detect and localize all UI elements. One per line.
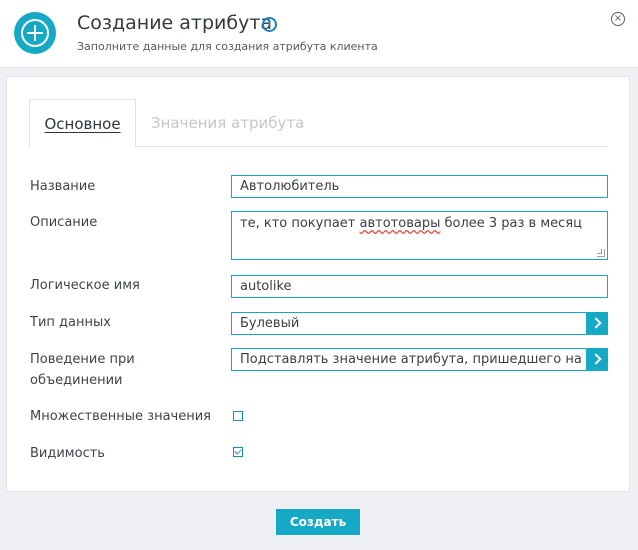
- info-icon[interactable]: !: [262, 17, 277, 32]
- tab-main[interactable]: Основное: [29, 99, 136, 147]
- merge-behavior-select[interactable]: Подставлять значение атрибута, пришедшег…: [231, 348, 608, 371]
- dialog-subtitle: Заполните данные для создания атрибута к…: [77, 40, 378, 53]
- merge-behavior-label-line1: Поведение при: [30, 352, 135, 367]
- description-textarea[interactable]: те, кто покупает автотовары более 3 раз …: [231, 211, 608, 260]
- dialog-title: Создание атрибута: [77, 12, 273, 34]
- chevron-right-icon: [590, 317, 602, 329]
- logical-name-label: Логическое имя: [30, 278, 140, 293]
- description-text-end: более 3 раз в месяц: [440, 216, 582, 231]
- tab-main-label: Основное: [44, 115, 121, 133]
- data-type-select[interactable]: Булевый: [231, 312, 608, 335]
- merge-behavior-value: Подставлять значение атрибута, пришедшег…: [240, 352, 599, 367]
- tab-bar: Основное Значения атрибута: [29, 99, 609, 147]
- close-icon[interactable]: ×: [611, 12, 625, 26]
- merge-behavior-label: Поведение при объединении: [30, 349, 135, 391]
- data-type-value: Булевый: [240, 316, 300, 331]
- tab-divider: [136, 146, 608, 147]
- resize-grip-icon[interactable]: [597, 249, 605, 257]
- multiple-values-label: Множественные значения: [30, 409, 211, 424]
- data-type-label: Тип данных: [30, 315, 111, 330]
- form-card: Основное Значения атрибута Название Авто…: [6, 76, 630, 492]
- add-circle-icon: [14, 12, 56, 54]
- create-button[interactable]: Создать: [276, 509, 360, 535]
- multiple-values-checkbox[interactable]: [233, 411, 243, 421]
- visibility-checkbox[interactable]: [233, 447, 243, 457]
- tab-attribute-values[interactable]: Значения атрибута: [151, 114, 304, 132]
- logical-name-input[interactable]: autolike: [231, 275, 608, 298]
- chevron-right-icon: [590, 353, 602, 365]
- dialog-header: Создание атрибута ! Заполните данные для…: [0, 0, 638, 68]
- name-label: Название: [30, 179, 96, 194]
- checkmark-icon: [234, 447, 242, 455]
- merge-behavior-label-line2: объединении: [30, 373, 123, 388]
- merge-behavior-dropdown-button[interactable]: [586, 349, 607, 370]
- spellcheck-word: автотовары: [359, 216, 441, 231]
- data-type-dropdown-button[interactable]: [586, 313, 607, 334]
- name-input[interactable]: Автолюбитель: [231, 175, 608, 198]
- description-label: Описание: [30, 215, 98, 230]
- visibility-label: Видимость: [30, 446, 105, 461]
- description-text-start: те, кто покупает: [240, 216, 360, 231]
